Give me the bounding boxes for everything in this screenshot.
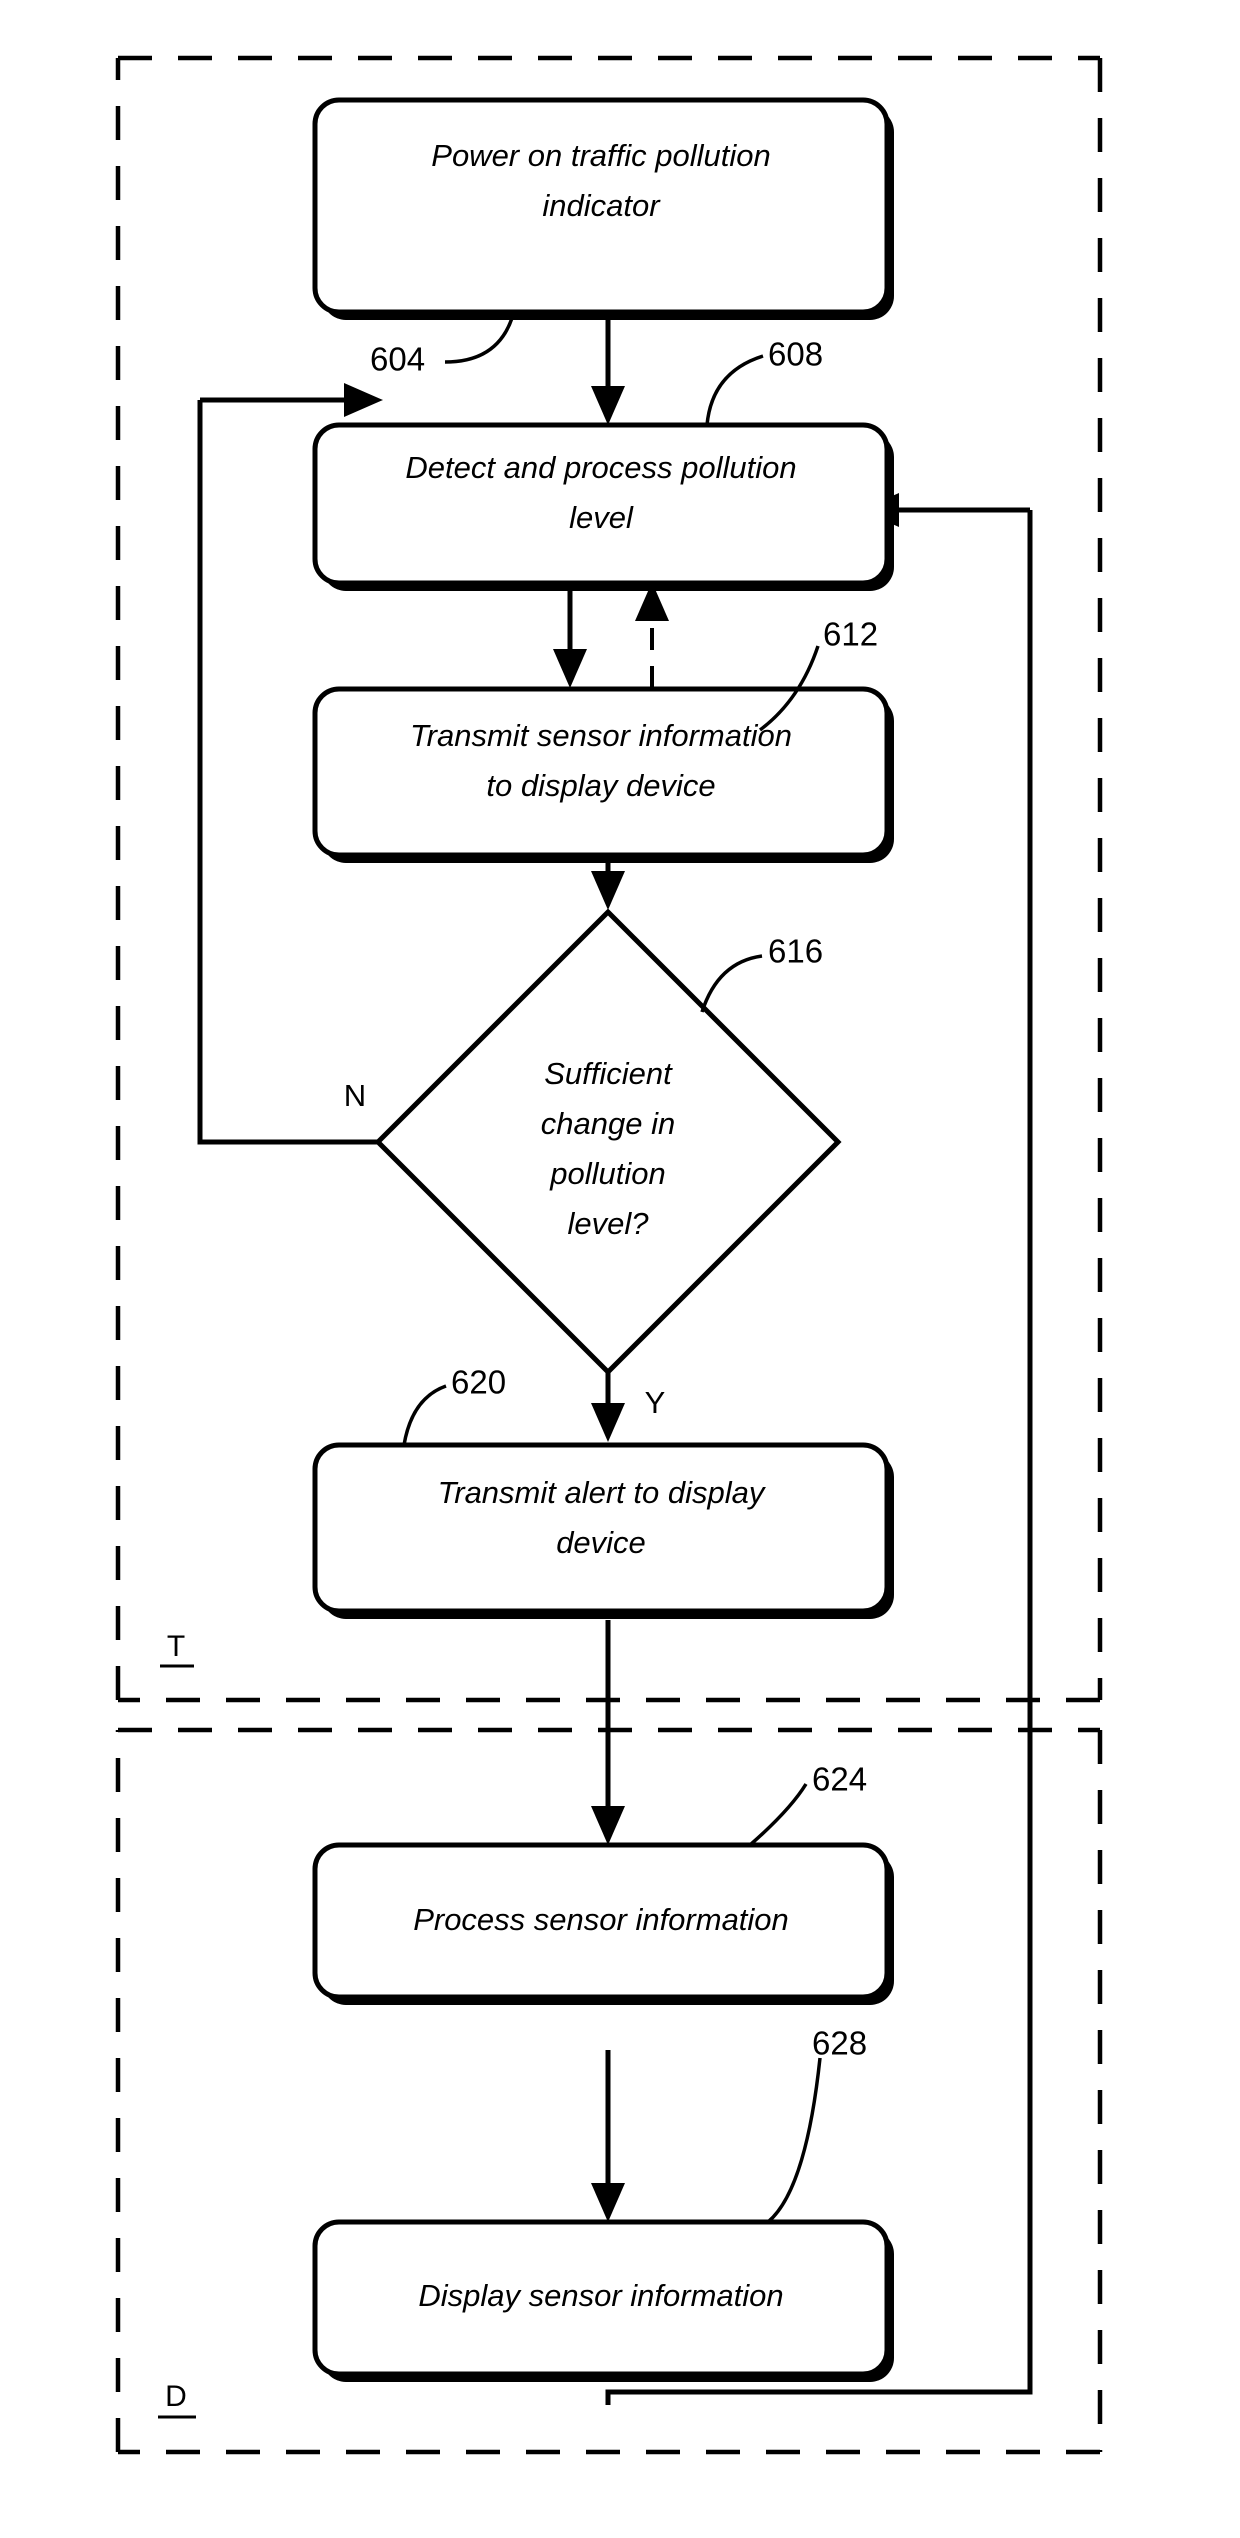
node-sufficient-change-decision: Sufficient change in pollution level? bbox=[374, 908, 842, 1376]
power-on-line-1: Power on traffic pollution bbox=[431, 138, 770, 173]
decision-line-4: level? bbox=[568, 1206, 650, 1241]
ref-number-608: 608 bbox=[768, 336, 823, 373]
node-process-sensor-information: Process sensor information bbox=[312, 1842, 894, 2005]
node-detect-and-process-pollution-level: Detect and process pollution level bbox=[312, 422, 894, 591]
connector-decision-yes-to-transmit-alert bbox=[591, 1373, 625, 1442]
ref-number-612: 612 bbox=[823, 616, 878, 653]
ref-number-616: 616 bbox=[768, 933, 823, 970]
ref-number-624: 624 bbox=[812, 1761, 867, 1798]
display-sensor-label: Display sensor information bbox=[418, 2278, 783, 2313]
transmitter-section-label: T bbox=[167, 1630, 185, 1663]
detect-line-1: Detect and process pollution bbox=[405, 450, 796, 485]
connector-transmit-sensor-to-detect-dashed bbox=[635, 582, 669, 688]
connector-detect-to-transmit-sensor bbox=[553, 582, 587, 688]
ref-number-604: 604 bbox=[370, 341, 425, 378]
connector-process-sensor-to-display-sensor bbox=[591, 2050, 625, 2222]
ref-number-628: 628 bbox=[812, 2025, 867, 2062]
node-power-on-traffic-pollution-indicator: Power on traffic pollution indicator bbox=[312, 97, 894, 320]
ref-number-620: 620 bbox=[451, 1364, 506, 1401]
flowchart-canvas: T D Power on traffic pollution indicator… bbox=[115, 55, 1103, 2455]
ref-620-callout: 620 bbox=[402, 1364, 506, 1446]
node-transmit-sensor-information: Transmit sensor information to display d… bbox=[312, 686, 894, 863]
transmit-sensor-line-1: Transmit sensor information bbox=[410, 718, 792, 753]
transmit-sensor-line-2: to display device bbox=[486, 768, 715, 803]
display-section-label: D bbox=[165, 2380, 187, 2413]
transmit-alert-line-2: device bbox=[556, 1525, 646, 1560]
ref-604-callout: 604 bbox=[370, 317, 514, 378]
ref-608-callout: 608 bbox=[705, 336, 823, 426]
branch-label-yes: Y bbox=[645, 1385, 666, 1420]
process-sensor-label: Process sensor information bbox=[413, 1902, 789, 1937]
ref-616-callout: 616 bbox=[700, 933, 823, 1013]
ref-628-callout: 628 bbox=[766, 2025, 867, 2224]
display-section-label-group: D bbox=[158, 2380, 196, 2419]
connector-power-on-to-detect bbox=[591, 318, 625, 425]
ref-624-callout: 624 bbox=[748, 1761, 867, 1847]
decision-line-2: change in bbox=[541, 1106, 675, 1141]
node-transmit-alert-to-display-device: Transmit alert to display device bbox=[312, 1442, 894, 1619]
patent-flowchart-figure: T D Power on traffic pollution indicator… bbox=[0, 0, 1240, 2538]
decision-line-1: Sufficient bbox=[544, 1056, 673, 1091]
connector-transmit-alert-to-process-sensor bbox=[591, 1620, 625, 1845]
decision-line-3: pollution bbox=[549, 1156, 665, 1191]
branch-label-no: N bbox=[344, 1078, 366, 1113]
power-on-line-2: indicator bbox=[542, 188, 661, 223]
node-display-sensor-information: Display sensor information bbox=[312, 2219, 894, 2382]
detect-line-2: level bbox=[569, 500, 634, 535]
transmitter-section-label-group: T bbox=[160, 1630, 194, 1668]
transmit-alert-line-1: Transmit alert to display bbox=[438, 1475, 767, 1510]
connector-transmit-sensor-to-decision bbox=[591, 855, 625, 910]
